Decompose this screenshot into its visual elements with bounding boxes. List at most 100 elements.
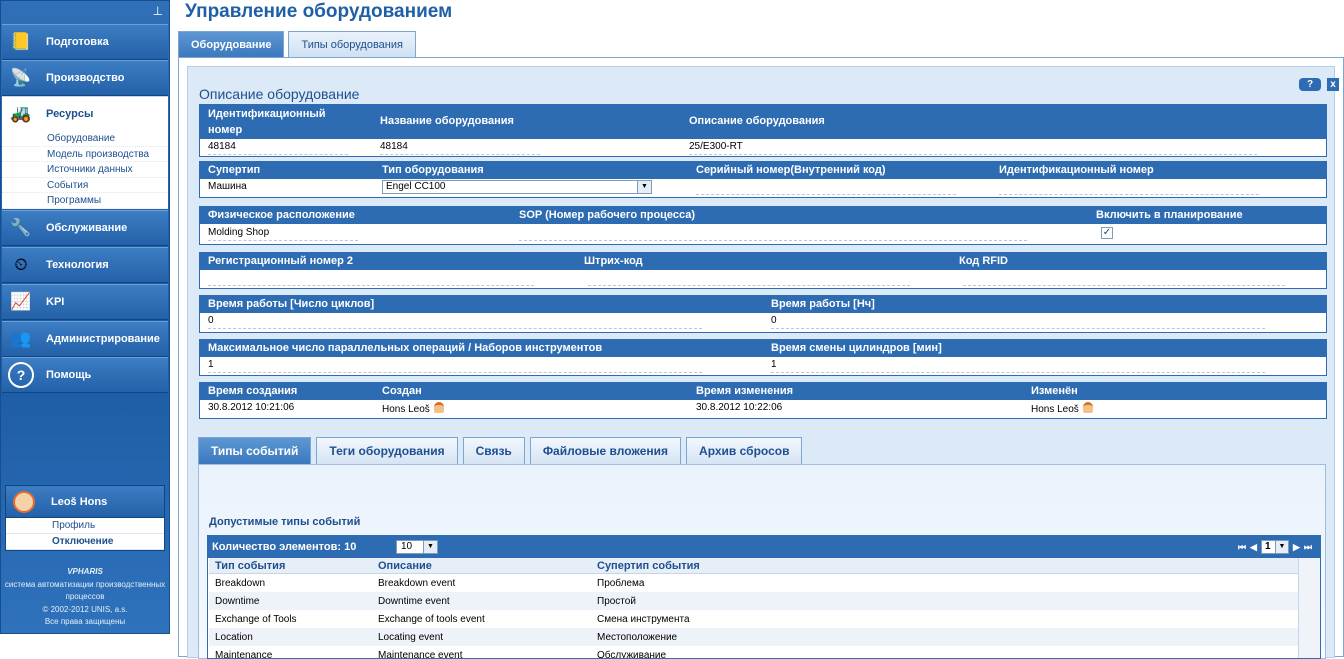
cell-description: Locating event [378, 632, 444, 643]
runtime-cycles-field[interactable]: 0 [208, 315, 702, 329]
cell-event-type: Exchange of Tools [215, 614, 297, 625]
footer-line2: процессов [65, 592, 105, 601]
first-page-icon[interactable]: ⏮ [1238, 542, 1246, 553]
sidebar: ⊥ 📒 Подготовка 📡 Производство 🚜 Ресурсы … [0, 0, 170, 634]
nav-item-help[interactable]: ? Помощь [2, 357, 168, 393]
close-button[interactable]: x [1327, 78, 1339, 91]
nav-label: Производство [46, 72, 125, 84]
grid-scrollbar[interactable] [1298, 558, 1320, 658]
equipment-description-field[interactable]: 25/E300-RT [689, 141, 1257, 155]
equipment-type-select[interactable]: Engel CC100 ▼ [382, 180, 652, 194]
column-event-type[interactable]: Тип события [215, 560, 285, 572]
page-size-select[interactable]: 10 ▼ [396, 540, 438, 554]
footer-line1: система автоматизации производственных [4, 579, 166, 589]
nav-label: Ресурсы [46, 108, 94, 120]
equipment-detail-panel: ? x Описание оборудование Идентификацион… [187, 66, 1339, 659]
equipment-type-value: Engel CC100 [386, 181, 446, 192]
chevron-down-icon[interactable]: ▼ [637, 181, 651, 193]
detail-tabs: Типы событий Теги оборудования Связь Фай… [198, 437, 807, 465]
table-row[interactable]: Breakdown Breakdown event Проблема [209, 574, 1298, 592]
table-row[interactable]: Maintenance Maintenance event Обслуживан… [209, 646, 1298, 658]
prev-page-icon[interactable]: ◀ [1250, 542, 1257, 553]
created-time-value: 30.8.2012 10:21:06 [208, 402, 295, 413]
next-page-icon[interactable]: ▶ [1293, 542, 1300, 553]
sop-field[interactable] [519, 227, 1027, 241]
table-row[interactable]: Location Locating event Местоположение [209, 628, 1298, 646]
runtime-hours-field[interactable]: 0 [771, 315, 1265, 329]
physical-location-field[interactable]: Molding Shop [208, 227, 358, 241]
header-id-line2: номер [208, 124, 243, 136]
pin-icon[interactable]: ⊥ [153, 4, 163, 18]
serial-number-field[interactable] [696, 181, 956, 195]
group-type: Супертип Тип оборудования Серийный номер… [199, 161, 1327, 198]
subnav-item-production-model[interactable]: Модель производства [2, 147, 168, 162]
include-planning-checkbox[interactable]: ✓ [1101, 227, 1113, 239]
page-title: Управление оборудованием [185, 1, 453, 22]
group-runtime: Время работы [Число циклов] Время работы… [199, 295, 1327, 333]
header-equipment-description: Описание оборудования [689, 115, 825, 127]
page-size-value: 10 [401, 541, 413, 552]
chevron-down-icon[interactable]: ▼ [1274, 541, 1288, 553]
subnav-item-data-sources[interactable]: Источники данных [2, 162, 168, 178]
cell-event-type: Downtime [215, 596, 260, 607]
group-audit: Время создания Создан Время изменения Из… [199, 382, 1327, 419]
avatar [13, 490, 35, 513]
equipment-name-field[interactable]: 48184 [380, 141, 540, 155]
nav-item-preparation[interactable]: 📒 Подготовка [2, 24, 168, 60]
person-icon [433, 402, 444, 413]
nav-label: Технология [46, 259, 109, 271]
header-runtime-hours: Время работы [Нч] [771, 298, 875, 310]
created-by: Hons Leoš [382, 402, 444, 416]
max-parallel-field[interactable]: 1 [208, 359, 702, 373]
header-modified-time: Время изменения [696, 385, 794, 397]
header-cylinder-change: Время смены цилиндров [мин] [771, 342, 942, 354]
subnav-item-events[interactable]: События [2, 178, 168, 193]
page-select[interactable]: 1 ▼ [1260, 540, 1289, 554]
id-number-field[interactable]: 48184 [208, 141, 348, 155]
nav-item-production[interactable]: 📡 Производство [2, 60, 168, 96]
header-equipment-name: Название оборудования [380, 115, 514, 127]
table-row[interactable]: Downtime Downtime event Простой [209, 592, 1298, 610]
column-event-supertype[interactable]: Супертип события [597, 560, 700, 572]
header-created-by: Создан [382, 385, 422, 397]
cell-event-type: Location [215, 632, 253, 643]
footer-copyright: © 2002-2012 UNIS, a.s. [42, 604, 128, 614]
profile-link[interactable]: Профиль [6, 518, 164, 534]
last-page-icon[interactable]: ⏭ [1304, 542, 1312, 553]
tab-equipment-types[interactable]: Типы оборудования [288, 31, 416, 58]
grid-toolbar: Количество элементов: 10 10 ▼ ⏮ ◀ 1 ▼ ▶ … [208, 536, 1320, 558]
cell-event-type: Breakdown [215, 578, 266, 589]
tab-equipment-tags[interactable]: Теги оборудования [316, 437, 458, 465]
nav-item-resources[interactable]: 🚜 Ресурсы [2, 96, 168, 132]
tab-equipment[interactable]: Оборудование [178, 31, 285, 58]
brand-logo: VPHARIS [67, 567, 103, 576]
header-supertype: Супертип [208, 164, 261, 176]
barcode-field[interactable] [588, 272, 910, 286]
tab-connection[interactable]: Связь [462, 437, 525, 465]
registration-number-2-field[interactable] [208, 272, 534, 286]
logout-link[interactable]: Отключение [6, 534, 164, 550]
rfid-field[interactable] [963, 272, 1285, 286]
tab-file-attachments[interactable]: Файловые вложения [529, 437, 682, 465]
nav-item-maintenance[interactable]: 🔧 Обслуживание [2, 210, 168, 246]
chevron-down-icon[interactable]: ▼ [423, 541, 437, 553]
identification-number-field[interactable] [999, 181, 1259, 195]
group-operations: Максимальное число параллельных операций… [199, 339, 1327, 376]
cylinder-change-field[interactable]: 1 [771, 359, 1265, 373]
subnav-item-equipment[interactable]: Оборудование [2, 131, 168, 147]
subnav-item-programs[interactable]: Программы [2, 193, 168, 209]
table-row[interactable]: Exchange of Tools Exchange of tools even… [209, 610, 1298, 628]
nav-item-kpi[interactable]: 📈 KPI [2, 284, 168, 320]
grid-body: Breakdown Breakdown event Проблема Downt… [208, 574, 1320, 658]
tab-event-types[interactable]: Типы событий [198, 437, 312, 465]
header-identification-number: Идентификационный номер [999, 164, 1154, 176]
supertype-value: Машина [208, 181, 247, 192]
nav-item-technology[interactable]: ⏲ Технология [2, 247, 168, 283]
help-button[interactable]: ? [1299, 78, 1321, 91]
header-created-time: Время создания [208, 385, 298, 397]
nav-item-administration[interactable]: 👥 Администрирование [2, 321, 168, 357]
column-description[interactable]: Описание [378, 560, 432, 572]
tab-reset-archive[interactable]: Архив сбросов [686, 437, 803, 465]
cell-supertype: Простой [597, 596, 636, 607]
user-name: Leoš Hons [51, 495, 108, 508]
